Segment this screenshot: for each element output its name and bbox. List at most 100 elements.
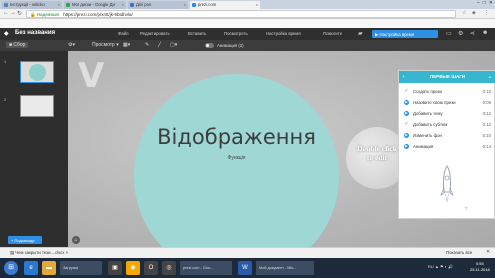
step-time: 0:10 [482,132,491,138]
step-label: Создать прези [413,88,442,94]
player-icon[interactable]: ◉ [126,261,140,275]
system-tray[interactable]: RU ▲ ⚑ ◐ 🔊 [428,264,453,269]
step-label: Назовите свою прези [413,99,456,105]
save-button[interactable]: ■ Сбор [6,42,29,48]
present-button[interactable]: ▶ Настройка время [372,30,438,38]
play-icon: ▶ [404,100,409,105]
share-link-icon[interactable]: ⋖ [470,30,475,37]
menu-insert[interactable]: Вставить [188,31,206,36]
play-icon: ▶ [404,133,409,138]
share-icon[interactable]: ▰ [358,30,363,37]
thumbnail-topic[interactable] [20,95,54,117]
close-tab-icon[interactable]: × [256,2,258,7]
step-time: 0:12 [482,110,491,116]
thumbnail-circle-icon [29,64,46,81]
home-icon[interactable]: ⌂ [72,236,80,244]
close-tab-icon[interactable]: × [58,2,60,7]
forward-icon[interactable]: → [10,10,16,16]
step-item[interactable]: ▶ Анимация 0:14 [404,143,492,151]
step-label: Анимация [413,143,434,149]
tab-label: Мої диски - Google Ди [72,2,115,7]
step-time: 0:12 [482,121,491,127]
background-letter-icon: V [78,56,105,96]
menu-icon[interactable]: ⋮ [484,10,489,16]
thumbnail-number: 1 [4,59,7,64]
thumbnail-number: 2 [4,97,7,102]
screen-icon[interactable]: ▭ [446,30,452,37]
chrome-icon[interactable]: ◎ [162,261,176,275]
clock[interactable]: 0:55 25.11.2018 [470,261,490,273]
maximize-icon[interactable]: □ [483,0,486,8]
check-icon: ✓ [404,121,409,127]
step-item[interactable]: ✓ Создать прези 0:10 [404,88,492,96]
menu-edit[interactable]: Редактировать [140,31,170,36]
topic-dropdown[interactable]: Просмотр ▾ [92,42,119,48]
folder-icon[interactable]: ▬ [42,261,56,275]
close-tab-icon[interactable]: × [184,2,186,7]
browser-tab-active[interactable]: prezi.com × [190,1,260,9]
back-icon[interactable]: ← [3,10,9,16]
frame-icon[interactable]: ▢▾ [170,42,177,48]
reload-icon[interactable]: ↻ [17,10,22,17]
menu-help[interactable]: Помогите [323,31,342,36]
chevron-left-icon[interactable]: ‹ [403,71,405,83]
user-icon[interactable]: ☻ [482,30,488,36]
line-icon[interactable]: ╱ [158,42,161,48]
settings-icon[interactable]: ⚙ [458,30,463,37]
layout-icon[interactable]: ▦▾ [123,42,130,48]
step-item[interactable]: ▶ Добавить тему 0:12 [404,110,492,118]
pencil-icon[interactable]: ✎ [145,42,149,48]
extension-icon[interactable]: ◈ [472,10,476,16]
tab-favicon-icon [66,3,70,7]
tab-label: Ділі рол [136,2,152,7]
prezi-toolbar: ◆ Без названия Файл Редактировать Встави… [0,28,495,40]
first-steps-header: ‹ ПЕРВЫЕ ШАГИ ⌄ [399,71,495,83]
browser-tab-strip: Інструкції - velicko × Мої диски - Googl… [0,0,495,9]
presentation-title[interactable]: Без названия [15,30,55,36]
browser-tab[interactable]: Ділі рол × [128,1,188,9]
topic-label: Просмотр [92,42,115,48]
address-bar-row: ← → ↻ 🔒 Надежный https://prezi.com/p/xnt… [0,9,495,19]
browser-tab[interactable]: Інструкції - velicko × [2,1,62,9]
url-input[interactable]: 🔒 Надежный https://prezi.com/p/xntt/jk-9… [26,10,456,18]
play-icon: ▶ [404,144,409,149]
bookmarks-bar [0,19,495,28]
tab-favicon-icon [130,3,134,7]
settings-dropdown-icon[interactable]: ⚙▾ [68,42,75,48]
animation-label: Анимация (2) [217,43,244,48]
menu-view[interactable]: Посмотреть [224,31,248,36]
menu-file[interactable]: Файл [118,31,129,36]
download-item[interactable]: ▤ Чем закрыти тези....docx ˄ [10,250,68,256]
add-topic-button[interactable]: + Подзаходи [8,236,42,244]
animation-toggle[interactable] [205,43,214,48]
ie-icon[interactable]: e [24,261,38,275]
media-icon[interactable]: ▣ [108,261,122,275]
taskbar-button[interactable]: Загрузки [60,261,102,275]
menu-settings[interactable]: Настройка время [266,31,301,36]
star-icon[interactable]: ☆ [462,10,466,16]
first-steps-title: ПЕРВЫЕ ШАГИ [429,74,466,79]
prezi-logo-icon[interactable]: ◆ [4,30,9,37]
step-item[interactable]: ▶ Назовите свою прези 0:06 [404,99,492,107]
minimize-icon[interactable]: – [477,0,480,8]
step-item[interactable]: ✓ Добавить субтем 0:12 [404,121,492,129]
clock-date: 25.11.2018 [470,267,490,272]
chevron-down-icon[interactable]: ⌄ [488,71,492,83]
show-all-downloads-button[interactable]: Показать все [446,250,472,255]
close-tab-icon[interactable]: × [122,2,124,7]
tab-favicon-icon [192,3,196,7]
main-topic-title[interactable]: Відображення [134,125,339,149]
opera-icon[interactable]: O [144,261,158,275]
word-icon[interactable]: W [238,261,252,275]
close-window-icon[interactable]: ✕ [489,0,493,8]
rocket-icon [440,165,454,203]
main-topic-subtitle[interactable]: Функція [134,155,339,161]
taskbar-button[interactable]: prezi.com - Goo... [180,261,232,275]
close-download-bar-icon[interactable]: ✕ [486,249,490,255]
browser-tab[interactable]: Мої диски - Google Ди × [64,1,126,9]
taskbar-button[interactable]: Мой документ - Mic... [256,261,314,275]
start-button-icon[interactable]: ⊞ [4,261,18,275]
play-icon: ▶ [404,111,409,116]
step-item[interactable]: ▶ Изменить фон 0:10 [404,132,492,140]
thumbnail-overview[interactable] [20,61,54,83]
